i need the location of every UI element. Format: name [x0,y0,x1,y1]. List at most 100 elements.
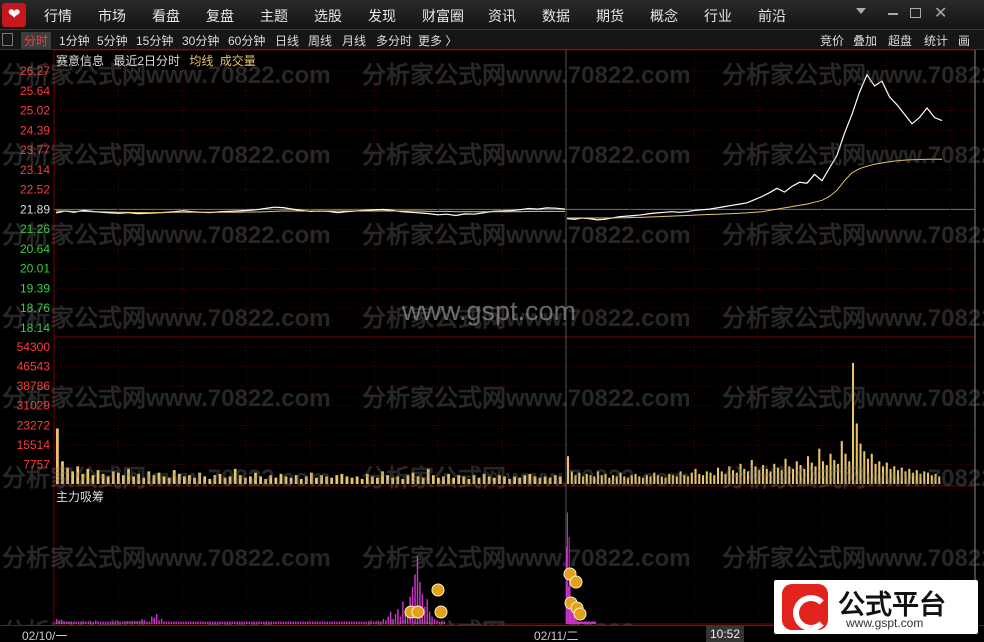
indicator-bar [382,619,385,624]
menu-shuju[interactable]: 数据 [542,6,570,26]
volume-bar [538,477,542,484]
volume-bar [593,476,596,484]
menu-zixun[interactable]: 资讯 [488,6,516,26]
indicator-bar [443,621,446,624]
price-tick-label: 25.02 [20,104,50,118]
volume-bar [137,473,141,484]
tab-jingjia[interactable]: 竞价 [820,32,844,49]
volume-bar [709,472,712,484]
period-1min[interactable]: 1分钟 [59,32,90,49]
volume-bar [735,472,738,484]
period-5min[interactable]: 5分钟 [97,32,128,49]
price-tick-label: 23.77 [20,143,50,157]
menu-caifuquan[interactable]: 财富圈 [422,6,464,26]
period-15min[interactable]: 15分钟 [136,32,173,49]
volume-bar [717,467,720,484]
indicator-bar [426,599,428,624]
volume-bar [523,475,527,484]
menu-faxian[interactable]: 发现 [368,6,396,26]
indicator-bar [109,621,112,624]
volume-bar [867,458,870,484]
indicator-bar [121,621,124,624]
volume-bar [822,461,825,484]
period-more[interactable]: 更多 〉 [418,32,457,49]
indicator-bar [204,621,207,624]
indicator-bar [165,621,168,624]
indicator-bar [580,621,582,624]
period-week[interactable]: 周线 [308,32,332,49]
period-month[interactable]: 月线 [342,32,366,49]
volume-bar [750,460,753,484]
indicator-bar [268,621,270,624]
indicator-bar [314,621,316,624]
indicator-bar [233,621,236,624]
volume-bar [477,477,481,484]
app-logo-icon[interactable]: ❤ [2,3,26,27]
menu-hangye[interactable]: 行业 [704,6,732,26]
indicator-bar [326,621,329,624]
indicator-bar [58,620,60,624]
indicator-bar [338,621,341,624]
volume-bar [589,475,592,484]
money-bag-icon [411,605,425,619]
indicator-bar [221,621,224,624]
maximize-icon[interactable] [910,8,921,18]
intraday-chart[interactable]: 26.27 25.64 25.02 24.39 23.77 23.14 22.52 21.89… [0,50,984,625]
indicator-bar [212,621,214,624]
indicator-bar [589,621,591,624]
volume-bar [381,471,384,484]
menu-qianyan[interactable]: 前沿 [758,6,786,26]
volume-bar [818,448,821,484]
menu-kanpan[interactable]: 看盘 [152,6,180,26]
menu-qihuo[interactable]: 期货 [596,6,624,26]
menu-xuangu[interactable]: 选股 [314,6,342,26]
volume-bar [927,472,930,484]
volume-bar [365,473,369,484]
close-icon[interactable]: ✕ [934,3,947,23]
period-60min[interactable]: 60分钟 [228,32,265,49]
period-30min[interactable]: 30分钟 [182,32,219,49]
volume-bar [315,477,318,484]
volume-bar [233,468,237,484]
period-day[interactable]: 日线 [275,32,299,49]
volume-bar [859,443,862,484]
menu-shichang[interactable]: 市场 [98,6,126,26]
volume-bar [837,463,840,484]
menu-gainian[interactable]: 概念 [650,6,678,26]
volume-bar [758,470,761,484]
chart-legend: 赛意信息 最近2日分时 均线 成交量 [56,52,262,69]
indicator-bar [311,621,314,624]
volume-bar [574,475,577,484]
tab-chaopan[interactable]: 超盘 [888,32,912,49]
minimize-icon[interactable] [888,13,898,15]
tab-tongji[interactable]: 统计 [924,32,948,49]
indicator-bar [168,621,170,624]
volume-bar [615,476,618,484]
indicator-bar [214,621,216,624]
volume-bar [889,468,892,484]
menu-dropdown-icon[interactable] [856,8,866,14]
indicator-bar [343,621,346,624]
menu-fupan[interactable]: 复盘 [206,6,234,26]
brand-url: www.gspt.com [846,616,924,630]
volume-bar [780,470,783,484]
volume-bar [638,476,641,484]
panel-toggle-icon[interactable] [2,33,13,46]
period-fenshi[interactable]: 分时 [21,32,52,49]
money-bag-icon [569,575,583,589]
menu-hangqing[interactable]: 行情 [44,6,72,26]
indicator-bar [566,547,567,624]
volume-bar [147,471,151,484]
volume-bar [608,477,611,484]
indicator-bar [251,621,253,624]
volume-bar [777,467,780,484]
volume-bar [203,476,207,484]
tab-diejia[interactable]: 叠加 [853,32,877,49]
tab-hua[interactable]: 画 [958,32,970,49]
volume-bar [627,477,630,484]
stock-name: 赛意信息 [56,54,105,68]
period-multi-fenshi[interactable]: 多分时 [376,32,412,49]
menu-zhuti[interactable]: 主题 [260,6,288,26]
volume-bar [852,362,855,484]
indicator-bar [90,621,92,624]
